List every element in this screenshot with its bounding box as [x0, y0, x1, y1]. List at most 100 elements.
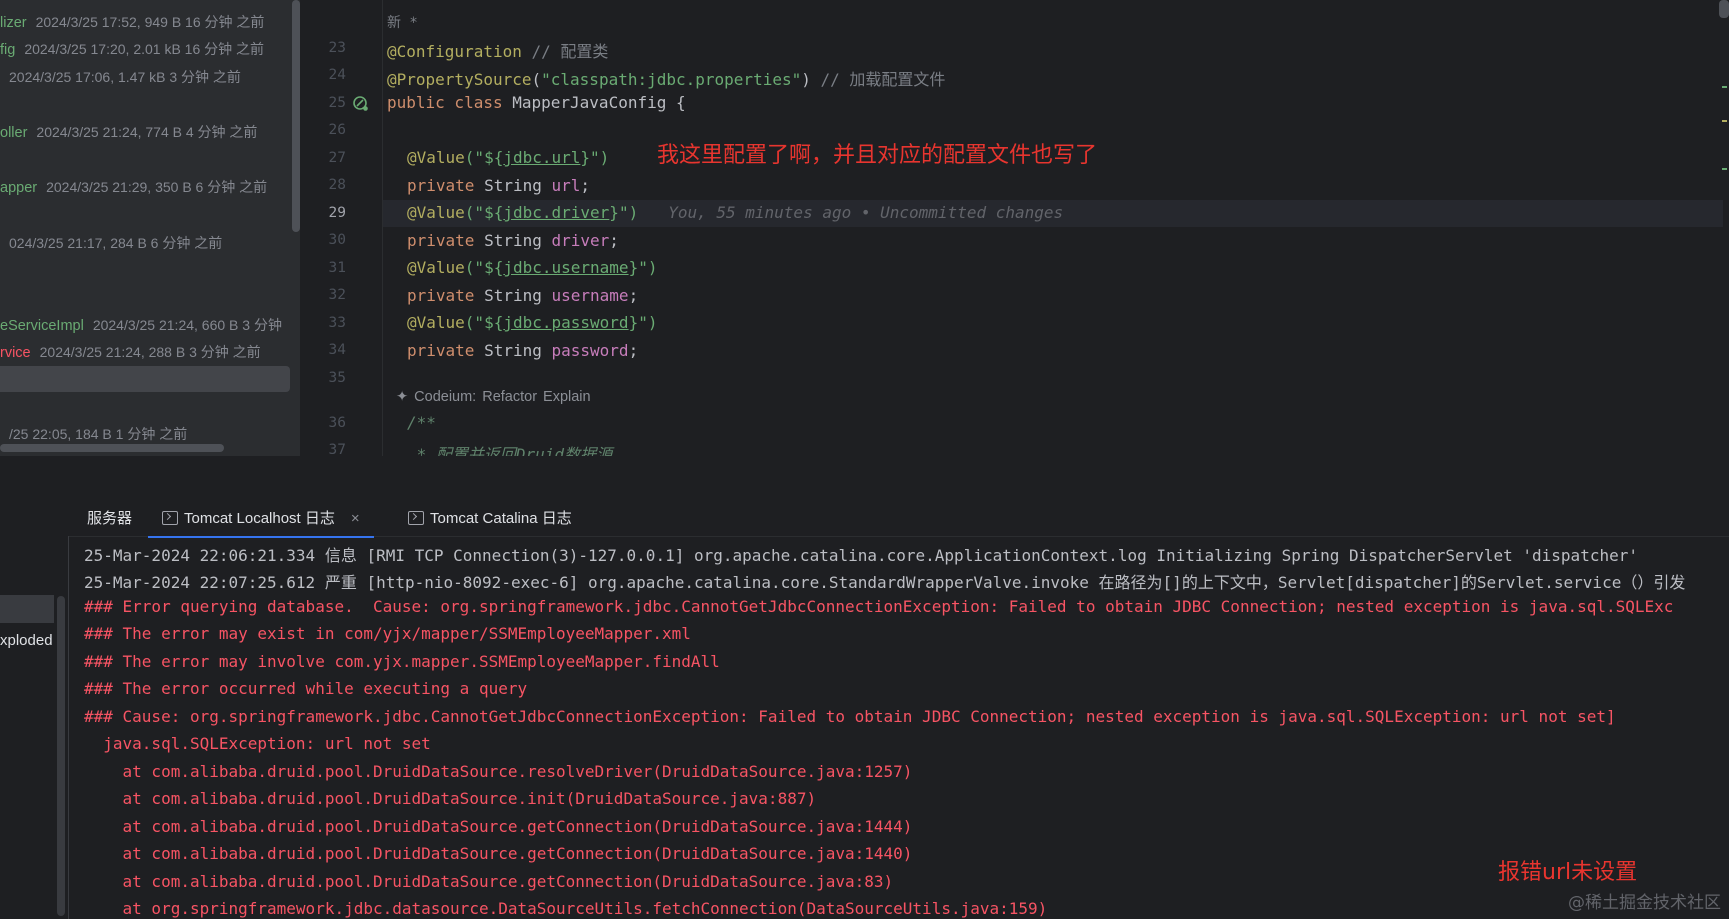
panel-selected-row[interactable] — [0, 366, 290, 392]
panel-vertical-scrollbar[interactable] — [292, 0, 300, 232]
log-line-error: ### The error may involve com.yjx.mapper… — [84, 652, 720, 671]
file-name: oller — [0, 125, 28, 141]
spring-bean-icon[interactable] — [352, 95, 370, 113]
line-number-current: 29 — [328, 205, 346, 221]
codeium-explain-link[interactable]: Explain — [543, 389, 591, 405]
tab-tomcat-localhost-log[interactable]: Tomcat Localhost 日志 × — [148, 502, 374, 538]
string-token: } — [628, 258, 639, 277]
file-entry[interactable]: 2024/3/25 17:06, 1.47 kB 3 分钟 之前 — [0, 65, 241, 89]
line-number: 37 — [328, 442, 346, 456]
property-ref-token: jdbc.url — [503, 148, 581, 167]
semicolon-token: ; — [628, 341, 639, 360]
code-editor[interactable]: 23 24 25 26 27 28 29 30 31 32 33 34 35 3… — [300, 0, 1729, 456]
code-line-36: /** — [407, 413, 436, 432]
code-line-30: private String driver; — [407, 231, 619, 250]
console-icon — [408, 511, 424, 525]
file-entry[interactable]: oller 2024/3/25 21:24, 774 B 4 分钟 之前 — [0, 120, 257, 144]
project-panel: lizer 2024/3/25 17:52, 949 B 16 分钟 之前 fig… — [0, 0, 300, 456]
line-number: 33 — [328, 315, 346, 331]
tab-server[interactable]: 服务器 — [87, 502, 132, 536]
type-token: String — [484, 176, 552, 195]
log-line-error: java.sql.SQLException: url not set — [84, 734, 431, 753]
file-name: lizer — [0, 15, 27, 31]
codeium-refactor-link[interactable]: Refactor — [482, 389, 537, 405]
file-entry[interactable]: lizer 2024/3/25 17:52, 949 B 16 分钟 之前 — [0, 10, 264, 34]
file-entry[interactable]: rvice 2024/3/25 21:24, 288 B 3 分钟 之前 — [0, 340, 261, 364]
console-icon — [162, 511, 178, 525]
annotation-token: @Value — [407, 203, 465, 222]
code-line-25: public class MapperJavaConfig { — [387, 93, 686, 112]
codeium-lens: ✦ Codeium: Refactor Explain — [396, 389, 597, 405]
file-entry[interactable]: apper 2024/3/25 21:29, 350 B 6 分钟 之前 — [0, 175, 267, 199]
annotation-note-error: 报错url未设置 — [1498, 860, 1638, 885]
services-tree-scrollbar[interactable] — [57, 596, 65, 916]
code-line-28: private String url; — [407, 176, 590, 195]
author-hint: 新 * — [387, 15, 418, 31]
sparkle-icon: ✦ — [396, 389, 409, 405]
javadoc-token: * 配置并返回Druid数据源。 — [407, 445, 629, 456]
line-number: 24 — [328, 67, 346, 83]
log-console[interactable]: 25-Mar-2024 22:06:21.334 信息 [RMI TCP Con… — [68, 536, 1729, 919]
string-token: (" — [464, 203, 485, 222]
tab-tomcat-catalina-log[interactable]: Tomcat Catalina 日志 — [408, 502, 572, 536]
code-line-32: private String username; — [407, 286, 638, 305]
line-number: 31 — [328, 260, 346, 276]
git-blame-annotation[interactable]: You, 55 minutes ago • Uncommitted change… — [668, 203, 1063, 222]
code-line-29: @Value("${jdbc.driver}") You, 55 minutes … — [407, 203, 1063, 222]
line-number: 27 — [328, 150, 346, 166]
deployment-artifact-label[interactable]: xploded [ — [0, 632, 61, 649]
line-number: 32 — [328, 287, 346, 303]
line-number: 23 — [328, 40, 346, 56]
change-marker — [1722, 168, 1727, 170]
code-line-24: @PropertySource("classpath:jdbc.properti… — [387, 66, 945, 90]
file-meta: 2024/3/25 21:24, 660 B 3 分钟 — [92, 317, 282, 333]
file-name: eServiceImpl — [0, 318, 84, 334]
string-token: ${ — [484, 148, 504, 167]
line-number: 30 — [328, 232, 346, 248]
file-meta: 2024/3/25 21:24, 774 B 4 分钟 之前 — [36, 124, 258, 140]
file-meta: 2024/3/25 17:20, 2.01 kB 16 分钟 之前 — [24, 41, 265, 57]
services-tree-selected-row[interactable] — [0, 595, 54, 623]
stack-trace-line: at com.alibaba.druid.pool.DruidDataSourc… — [84, 789, 817, 808]
annotation-token: @Value — [407, 258, 465, 277]
string-token: } — [580, 148, 591, 167]
file-meta: 2024/3/25 17:06, 1.47 kB 3 分钟 之前 — [9, 69, 241, 85]
services-tree: xploded [ — [0, 536, 69, 919]
string-token: (" — [464, 313, 485, 332]
file-meta: 024/3/25 21:17, 284 B 6 分钟 之前 — [9, 235, 223, 251]
string-token: (" — [464, 258, 485, 277]
string-token: ${ — [484, 258, 504, 277]
field-token: driver — [551, 231, 610, 250]
code-line-34: private String password; — [407, 341, 638, 360]
annotation-token: @Value — [407, 313, 465, 332]
code-line-31: @Value("${jdbc.username}") — [407, 258, 657, 277]
editor-scrollbar[interactable] — [1719, 0, 1729, 18]
file-entry[interactable]: /25 22:05, 184 B 1 分钟 之前 — [0, 422, 187, 446]
field-token: password — [551, 341, 629, 360]
code-header-line: 新 * — [387, 12, 418, 32]
file-entry[interactable]: 024/3/25 21:17, 284 B 6 分钟 之前 — [0, 231, 222, 255]
file-meta: 2024/3/25 21:24, 288 B 3 分钟 之前 — [39, 344, 261, 360]
string-token: ") — [590, 148, 610, 167]
file-meta: 2024/3/25 17:52, 949 B 16 分钟 之前 — [35, 14, 265, 30]
file-entry[interactable]: fig 2024/3/25 17:20, 2.01 kB 16 分钟 之前 — [0, 37, 264, 61]
semicolon-token: ; — [580, 176, 591, 195]
comment-token: // 配置类 — [521, 42, 609, 61]
string-token: } — [628, 313, 639, 332]
keyword-token: private — [407, 286, 485, 305]
property-ref-token: jdbc.username — [503, 258, 629, 277]
panel-horizontal-scrollbar[interactable] — [0, 444, 224, 452]
close-icon[interactable]: × — [351, 510, 360, 527]
type-token: String — [484, 286, 552, 305]
watermark: @稀土掘金技术社区 — [1568, 893, 1721, 913]
comment-token: // 加载配置文件 — [810, 70, 946, 89]
string-token: ") — [618, 203, 639, 222]
string-token: (" — [464, 148, 485, 167]
log-line-error: ### The error may exist in com/yjx/mappe… — [84, 624, 691, 643]
file-entry[interactable]: eServiceImpl 2024/3/25 21:24, 660 B 3 分钟 — [0, 313, 282, 337]
string-token: ") — [638, 258, 658, 277]
line-number-gutter: 23 24 25 26 27 28 29 30 31 32 33 34 35 3… — [300, 0, 383, 456]
log-line-error: ### The error occurred while executing a… — [84, 679, 528, 698]
codeium-label: Codeium: — [414, 389, 477, 405]
file-meta: /25 22:05, 184 B 1 分钟 之前 — [9, 426, 188, 442]
